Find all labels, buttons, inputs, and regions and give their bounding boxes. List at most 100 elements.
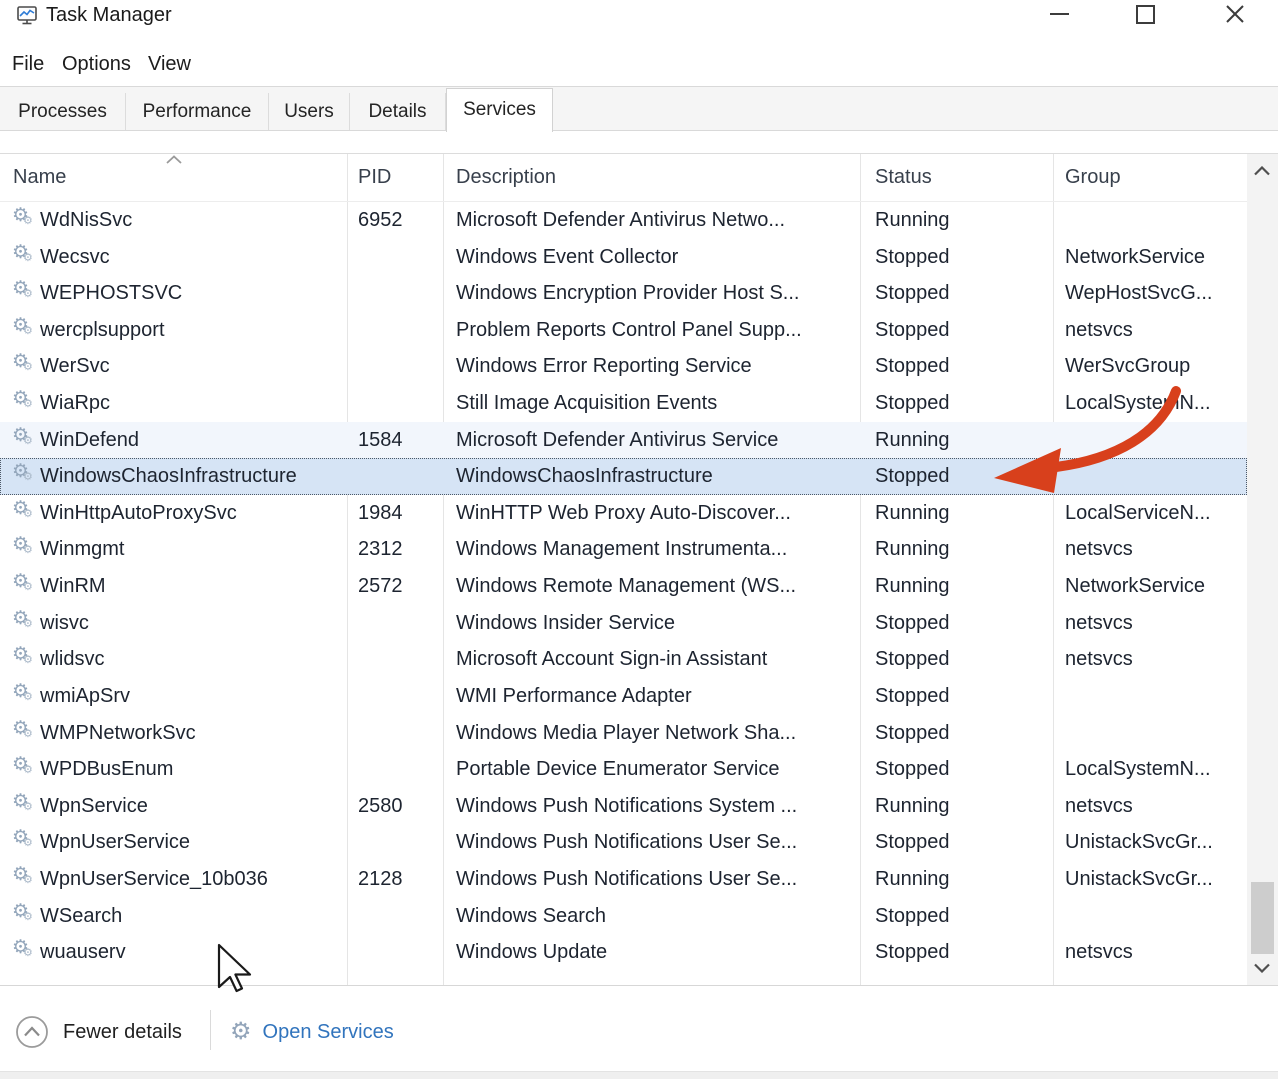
service-row[interactable]: ⚙⚙ WEPHOSTSVC Windows Encryption Provide… [0, 275, 1247, 312]
service-pid: 1984 [358, 495, 440, 532]
service-group: UnistackSvcGr... [1065, 861, 1243, 898]
open-services-link[interactable]: ⚙ Open Services [230, 1014, 394, 1050]
service-rows: ⚙⚙ WdNisSvc 6952 Microsoft Defender Anti… [0, 202, 1247, 971]
service-row[interactable]: ⚙⚙ WpnUserService_10b036 2128 Windows Pu… [0, 861, 1247, 898]
service-description: Windows Update [456, 934, 854, 971]
sort-ascending-icon [166, 155, 182, 164]
column-header-status[interactable]: Status [875, 154, 932, 201]
tab-services[interactable]: Services [446, 88, 553, 132]
tab-users[interactable]: Users [269, 93, 350, 130]
service-row[interactable]: ⚙⚙ wuauserv Windows Update Stopped netsv… [0, 934, 1247, 971]
service-group: netsvcs [1065, 605, 1243, 642]
service-group: WerSvcGroup [1065, 348, 1243, 385]
service-row[interactable]: ⚙⚙ WinHttpAutoProxySvc 1984 WinHTTP Web … [0, 495, 1247, 532]
service-gear-icon: ⚙⚙ [12, 568, 36, 594]
service-description: Windows Encryption Provider Host S... [456, 275, 854, 312]
service-row[interactable]: ⚙⚙ WinDefend 1584 Microsoft Defender Ant… [0, 422, 1247, 459]
service-status: Stopped [875, 385, 1047, 422]
service-name: Winmgmt [40, 531, 342, 568]
fewer-details-button[interactable]: Fewer details [15, 1014, 182, 1050]
scroll-down-button[interactable] [1247, 951, 1278, 981]
service-gear-icon: ⚙⚙ [12, 861, 36, 887]
tab-details[interactable]: Details [350, 93, 446, 130]
tab-performance[interactable]: Performance [126, 93, 269, 130]
column-header-name[interactable]: Name [13, 154, 66, 201]
service-name: WerSvc [40, 348, 342, 385]
service-row[interactable]: ⚙⚙ WindowsChaosInfrastructure WindowsCha… [0, 458, 1247, 495]
service-status: Stopped [875, 934, 1047, 971]
service-row[interactable]: ⚙⚙ WpnUserService Windows Push Notificat… [0, 824, 1247, 861]
service-group: netsvcs [1065, 934, 1243, 971]
service-pid: 2312 [358, 531, 440, 568]
close-icon [1225, 4, 1245, 24]
open-services-label: Open Services [263, 1021, 394, 1044]
service-row[interactable]: ⚙⚙ wisvc Windows Insider Service Stopped… [0, 605, 1247, 642]
service-row[interactable]: ⚙⚙ wmiApSrv WMI Performance Adapter Stop… [0, 678, 1247, 715]
service-row[interactable]: ⚙⚙ WerSvc Windows Error Reporting Servic… [0, 348, 1247, 385]
service-name: Wecsvc [40, 239, 342, 276]
service-status: Stopped [875, 898, 1047, 935]
service-status: Running [875, 422, 1047, 459]
service-pid: 2128 [358, 861, 440, 898]
column-header-description[interactable]: Description [456, 154, 556, 201]
minimize-button[interactable] [1036, 0, 1082, 32]
service-row[interactable]: ⚙⚙ WinRM 2572 Windows Remote Management … [0, 568, 1247, 605]
window-title: Task Manager [46, 4, 172, 27]
service-name: wmiApSrv [40, 678, 342, 715]
service-description: Still Image Acquisition Events [456, 385, 854, 422]
service-description: WMI Performance Adapter [456, 678, 854, 715]
chevron-down-icon [1253, 963, 1271, 973]
service-status: Stopped [875, 605, 1047, 642]
column-header-group[interactable]: Group [1065, 154, 1121, 201]
service-row[interactable]: ⚙⚙ WpnService 2580 Windows Push Notifica… [0, 788, 1247, 825]
service-gear-icon: ⚙⚙ [12, 751, 36, 777]
service-name: WEPHOSTSVC [40, 275, 342, 312]
service-row[interactable]: ⚙⚙ WiaRpc Still Image Acquisition Events… [0, 385, 1247, 422]
scroll-up-button[interactable] [1247, 158, 1278, 188]
menu-file[interactable]: File [12, 44, 44, 84]
service-status: Stopped [875, 275, 1047, 312]
column-header-pid[interactable]: PID [358, 154, 391, 201]
service-group: LocalSystemN... [1065, 751, 1243, 788]
service-description: Problem Reports Control Panel Supp... [456, 312, 854, 349]
service-name: wisvc [40, 605, 342, 642]
service-description: Windows Push Notifications System ... [456, 788, 854, 825]
menubar: File Options View [0, 44, 1278, 84]
tab-processes[interactable]: Processes [0, 93, 126, 130]
service-row[interactable]: ⚙⚙ wlidsvc Microsoft Account Sign-in Ass… [0, 641, 1247, 678]
service-name: WinHttpAutoProxySvc [40, 495, 342, 532]
service-row[interactable]: ⚙⚙ WSearch Windows Search Stopped [0, 898, 1247, 935]
service-row[interactable]: ⚙⚙ WdNisSvc 6952 Microsoft Defender Anti… [0, 202, 1247, 239]
scrollbar-thumb[interactable] [1251, 882, 1274, 954]
service-name: WpnService [40, 788, 342, 825]
service-row[interactable]: ⚙⚙ WMPNetworkSvc Windows Media Player Ne… [0, 715, 1247, 752]
service-row[interactable]: ⚙⚙ WPDBusEnum Portable Device Enumerator… [0, 751, 1247, 788]
service-status: Stopped [875, 678, 1047, 715]
service-description: Windows Event Collector [456, 239, 854, 276]
service-group: LocalServiceN... [1065, 495, 1243, 532]
vertical-scrollbar[interactable] [1247, 154, 1278, 985]
service-name: WPDBusEnum [40, 751, 342, 788]
service-row[interactable]: ⚙⚙ Wecsvc Windows Event Collector Stoppe… [0, 239, 1247, 276]
service-pid: 2572 [358, 568, 440, 605]
service-group: LocalSystemN... [1065, 385, 1243, 422]
service-pid: 2580 [358, 788, 440, 825]
service-group: WepHostSvcG... [1065, 275, 1243, 312]
footer-bar: Fewer details ⚙ Open Services [0, 986, 1278, 1079]
maximize-button[interactable] [1122, 0, 1168, 32]
maximize-icon [1136, 5, 1155, 24]
footer-separator [210, 1010, 211, 1050]
services-list: Name PID Description Status Group ⚙⚙ WdN… [0, 154, 1247, 985]
service-name: WMPNetworkSvc [40, 715, 342, 752]
service-status: Stopped [875, 641, 1047, 678]
menu-view[interactable]: View [148, 44, 191, 84]
close-button[interactable] [1212, 0, 1258, 32]
service-name: WpnUserService [40, 824, 342, 861]
menu-options[interactable]: Options [62, 44, 131, 84]
service-row[interactable]: ⚙⚙ Winmgmt 2312 Windows Management Instr… [0, 531, 1247, 568]
service-status: Running [875, 531, 1047, 568]
service-group: netsvcs [1065, 312, 1243, 349]
service-row[interactable]: ⚙⚙ wercplsupport Problem Reports Control… [0, 312, 1247, 349]
service-gear-icon: ⚙⚙ [12, 824, 36, 850]
service-status: Stopped [875, 239, 1047, 276]
